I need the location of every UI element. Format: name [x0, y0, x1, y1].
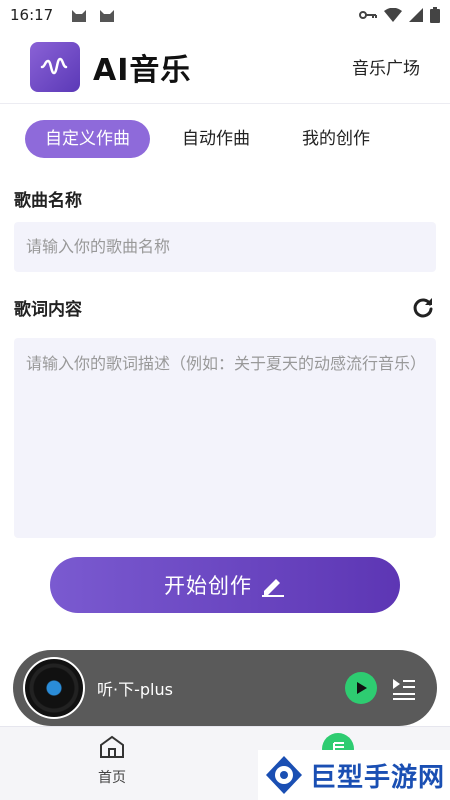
play-icon [357, 682, 367, 694]
lyrics-label: 歌词内容 [14, 300, 82, 320]
song-name-input[interactable]: 请输入你的歌曲名称 [14, 222, 436, 272]
home-icon [100, 735, 124, 758]
lyrics-input[interactable]: 请输入你的歌词描述（例如：关于夏天的动感流行音乐） [14, 338, 436, 538]
wifi-icon [384, 8, 402, 22]
album-vinyl-icon [23, 657, 85, 719]
signal-icon [409, 8, 423, 22]
watermark-logo-icon [266, 756, 302, 794]
nav-home[interactable]: 首页 [82, 735, 142, 787]
start-create-label: 开始创作 [164, 574, 252, 598]
watermark: 巨型手游网 [258, 750, 450, 800]
track-title: 听·下-plus [97, 680, 173, 699]
watermark-text: 巨型手游网 [310, 762, 446, 793]
refresh-icon[interactable] [411, 296, 435, 320]
vpn-key-icon [359, 11, 377, 19]
tab-custom-compose[interactable]: 自定义作曲 [25, 120, 150, 158]
playlist-icon[interactable] [391, 675, 417, 701]
tab-my-creations[interactable]: 我的创作 [282, 120, 390, 158]
cat-notification-icon [72, 10, 87, 22]
cat-notification-icon-2 [100, 10, 115, 22]
app-header: AI音乐 音乐广场 [0, 30, 450, 104]
mini-player[interactable]: 听·下-plus [13, 650, 437, 726]
status-bar: 16:17 [0, 0, 450, 30]
pencil-icon [262, 579, 284, 597]
waveform-icon [40, 57, 68, 74]
battery-icon [430, 7, 440, 23]
tab-auto-compose[interactable]: 自动作曲 [162, 120, 270, 158]
play-button[interactable] [345, 672, 377, 704]
song-name-label: 歌曲名称 [14, 191, 82, 211]
status-time: 16:17 [10, 6, 54, 24]
music-plaza-link[interactable]: 音乐广场 [352, 54, 420, 79]
app-title: AI音乐 [93, 52, 192, 88]
mode-tabs: 自定义作曲 自动作曲 我的创作 [25, 120, 390, 158]
app-logo [30, 41, 80, 92]
nav-home-label: 首页 [98, 770, 126, 786]
start-create-button[interactable]: 开始创作 [50, 557, 400, 613]
